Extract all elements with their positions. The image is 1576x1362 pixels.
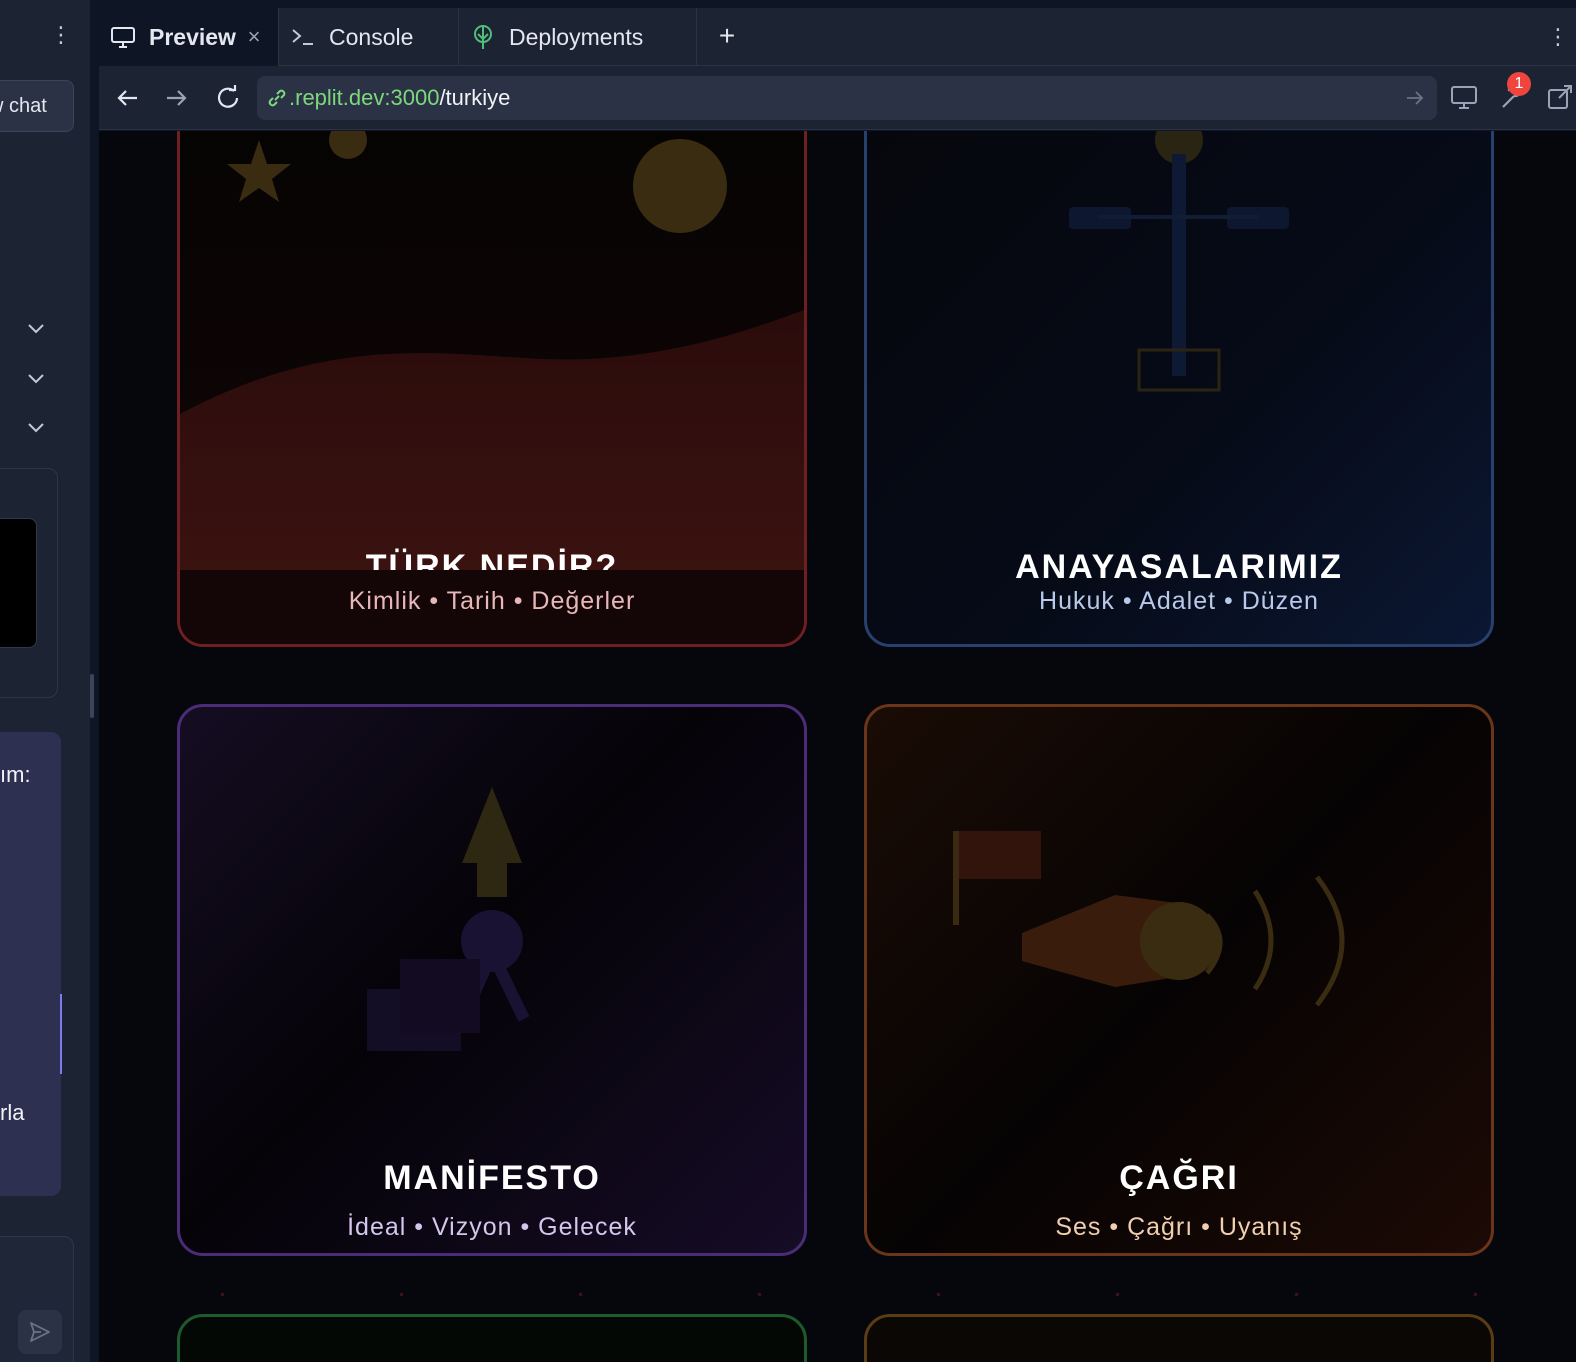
resize-handle[interactable] [90, 674, 94, 718]
open-in-new-tab-icon[interactable] [1545, 82, 1576, 114]
close-icon[interactable]: × [242, 25, 266, 49]
card-turk-nedir[interactable]: TÜRK NEDİR? Kimlik • Tarih • Değerler [177, 131, 807, 647]
card-partial[interactable] [177, 1314, 807, 1362]
forward-icon[interactable] [161, 82, 193, 114]
device-preview-icon[interactable] [1449, 82, 1481, 114]
tab-deployments[interactable]: Deployments [459, 8, 697, 66]
url-input[interactable]: .replit.dev:3000/turkiye [257, 76, 1437, 120]
send-button[interactable] [18, 1310, 62, 1354]
url-text: .replit.dev:3000/turkiye [289, 76, 510, 120]
sidebar-menu-icon[interactable]: ⋮ [50, 20, 72, 50]
notification-badge: 1 [1507, 72, 1531, 96]
back-icon[interactable] [111, 82, 143, 114]
monitor-icon [111, 27, 135, 48]
chat-message-text: rla [0, 1100, 25, 1125]
workspace-pane: Preview × Console Deployments + ⋮ .repli… [99, 0, 1576, 1362]
card-illustration [867, 131, 1491, 570]
tab-preview[interactable]: Preview × [99, 8, 279, 66]
tab-bar: Preview × Console Deployments + ⋮ [99, 8, 1576, 66]
chat-message-divider [60, 994, 62, 1074]
sidebar-thumbnail[interactable] [0, 518, 37, 648]
url-host: .replit.dev:3000 [289, 85, 440, 110]
card-anayasalarimiz[interactable]: ANAYASALARIMIZ Hukuk • Adalet • Düzen [864, 131, 1494, 647]
address-bar-row: .replit.dev:3000/turkiye 1 [99, 66, 1576, 130]
replit-workspace: ⋮ w chat ım: rla P [0, 0, 1576, 1362]
terminal-icon [292, 29, 313, 45]
sidebar-topbar [0, 8, 90, 64]
chat-message [0, 732, 61, 1196]
card-illustration [180, 707, 804, 1177]
card-subtitle: Hukuk • Adalet • Düzen [1039, 587, 1319, 615]
card-title: ÇAĞRI [1119, 1159, 1239, 1197]
deployments-icon [474, 25, 492, 49]
agent-sidebar: ⋮ w chat ım: rla [0, 0, 90, 1362]
tabbar-menu-icon[interactable]: ⋮ [1547, 22, 1569, 52]
chevron-down-icon[interactable] [26, 368, 46, 388]
preview-viewport: TÜRK NEDİR? Kimlik • Tarih • Değerler AN… [99, 131, 1576, 1362]
chat-message-text: ım: [0, 762, 31, 787]
card-manifesto[interactable]: MANİFESTO İdeal • Vizyon • Gelecek [177, 704, 807, 1256]
url-path: /turkiye [439, 85, 511, 110]
card-partial[interactable] [864, 1314, 1494, 1362]
chevron-down-icon[interactable] [26, 417, 46, 437]
tab-label: Console [329, 23, 414, 50]
card-subtitle: Ses • Çağrı • Uyanış [1055, 1213, 1303, 1241]
card-illustration [867, 707, 1491, 1177]
tab-label: Deployments [509, 23, 644, 50]
card-illustration [180, 131, 804, 570]
go-arrow-icon[interactable] [1403, 86, 1427, 110]
send-icon [30, 1322, 50, 1342]
card-title: MANİFESTO [383, 1159, 601, 1197]
new-chat-button[interactable]: w chat [0, 80, 74, 132]
add-tab-icon[interactable]: + [711, 20, 743, 52]
card-subtitle: İdeal • Vizyon • Gelecek [347, 1213, 637, 1241]
tab-label: Preview [149, 23, 236, 50]
card-cagri[interactable]: ÇAĞRI Ses • Çağrı • Uyanış [864, 704, 1494, 1256]
link-icon [268, 89, 286, 107]
card-title: ANAYASALARIMIZ [1015, 548, 1343, 586]
chevron-down-icon[interactable] [26, 318, 46, 338]
reload-icon[interactable] [212, 82, 244, 114]
tab-console[interactable]: Console [279, 8, 459, 66]
card-subtitle: Kimlik • Tarih • Değerler [348, 587, 636, 615]
